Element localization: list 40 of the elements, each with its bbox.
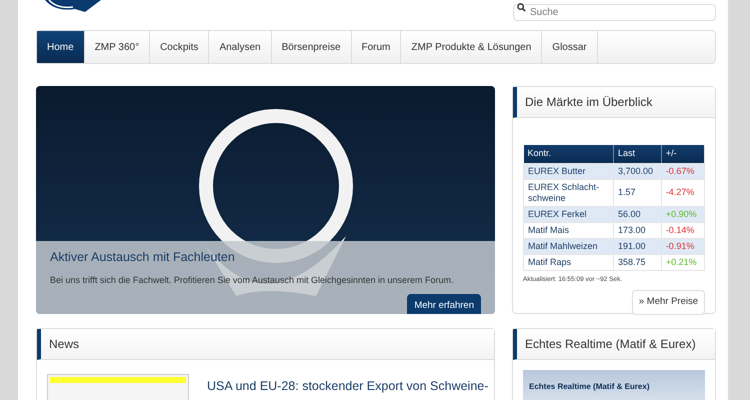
nav-tab[interactable]: Glossar <box>542 31 598 63</box>
table-cell: +0.90% <box>661 206 704 222</box>
table-cell: EUREX Butter <box>524 163 614 179</box>
column-header: Kontr. <box>528 148 552 158</box>
panel-title: Die Märkte im Überblick <box>525 94 652 111</box>
nav-tab[interactable]: ZMP 360° <box>84 31 150 63</box>
table-cell: 191.00 <box>614 238 662 254</box>
table-cell: EUREX Schlacht-schweine <box>524 179 614 206</box>
nav-tab[interactable]: Analysen <box>209 31 272 63</box>
table-cell: 173.00 <box>614 222 662 238</box>
table-cell: -0.91% <box>661 238 704 254</box>
nav-tab[interactable]: Börsenpreise <box>272 31 352 63</box>
table-cell: 56.00 <box>614 206 662 222</box>
table-cell: 3,700.00 <box>614 163 662 179</box>
news-headline[interactable]: USA und EU-28: stockender Export von Schweine- <box>207 377 488 400</box>
panel-title: News <box>49 336 80 353</box>
table-cell: 1.57 <box>614 179 662 206</box>
table-cell: -4.27% <box>661 179 704 206</box>
panel-title: Echtes Realtime (Matif & Eurex) <box>525 336 696 353</box>
search-icon <box>517 3 526 12</box>
table-cell: +0.21% <box>661 254 704 270</box>
nav-tab[interactable]: Home <box>37 31 85 63</box>
nav-tab[interactable]: Cockpits <box>150 31 210 63</box>
more-prices-button[interactable]: » Mehr Preise <box>632 290 705 314</box>
column-header: Last <box>618 148 636 158</box>
search-field[interactable]: Suche <box>513 4 716 21</box>
nav-tab[interactable]: ZMP Produkte & Lösungen <box>401 31 542 63</box>
table-cell: EUREX Ferkel <box>524 206 614 222</box>
nav-tab[interactable]: Forum <box>352 31 402 63</box>
table-cell: Matif Mahlweizen <box>524 238 614 254</box>
table-cell: Matif Raps <box>524 254 614 270</box>
hero-text: Bei uns trifft sich die Fachwelt. Profitieren Sie vom Austausch mit Gleichgesinnten in unserem Forum. <box>50 274 455 287</box>
table-cell: -0.67% <box>661 163 704 179</box>
table-cell: Matif Mais <box>524 222 614 238</box>
banner-text: Echtes Realtime (Matif & Eurex) <box>529 382 650 391</box>
column-header: +/- <box>666 148 677 158</box>
table-cell: -0.14% <box>661 222 704 238</box>
table-cell: 358.75 <box>614 254 662 270</box>
hero-title: Aktiver Austausch mit Fachleuten <box>50 249 236 266</box>
more-button[interactable]: Mehr erfahren <box>407 294 481 314</box>
